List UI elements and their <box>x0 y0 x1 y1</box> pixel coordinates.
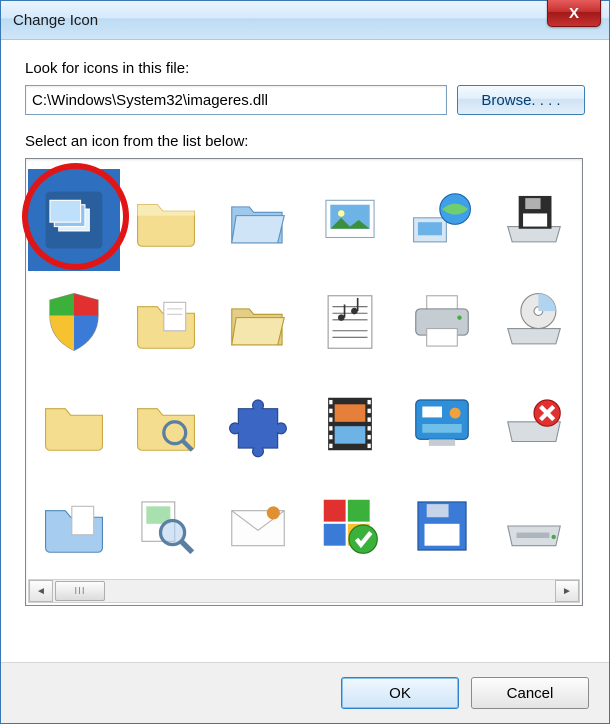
folder-open-manila-icon[interactable] <box>212 271 304 373</box>
printer-icon[interactable] <box>396 271 488 373</box>
select-from-label: Select an icon from the list below: <box>25 133 585 150</box>
horizontal-scrollbar[interactable]: ◄ III ► <box>28 579 580 603</box>
floppy-drive-icon[interactable] <box>488 169 580 271</box>
look-for-label: Look for icons in this file: <box>25 60 585 77</box>
hard-drive-icon[interactable] <box>488 475 580 577</box>
scroll-thumb[interactable]: III <box>55 581 105 601</box>
floppy-blue-icon[interactable] <box>396 475 488 577</box>
cascading-windows-icon[interactable] <box>28 169 120 271</box>
folder-documents-icon[interactable] <box>120 271 212 373</box>
ok-button[interactable]: OK <box>341 677 459 709</box>
folder-search-icon[interactable] <box>120 373 212 475</box>
folder-blue-icon[interactable] <box>28 475 120 577</box>
folder-icon[interactable] <box>120 169 212 271</box>
puzzle-piece-icon[interactable] <box>212 373 304 475</box>
film-strip-icon[interactable] <box>304 373 396 475</box>
search-magnifier-icon[interactable] <box>120 475 212 577</box>
control-panel-icon[interactable] <box>396 373 488 475</box>
picture-icon[interactable] <box>304 169 396 271</box>
icon-path-input[interactable] <box>25 85 447 115</box>
dialog-content: Look for icons in this file: Browse. . .… <box>1 40 609 626</box>
close-icon: X <box>569 5 579 22</box>
icon-grid <box>28 169 580 577</box>
envelope-mail-icon[interactable] <box>212 475 304 577</box>
browse-button[interactable]: Browse. . . . <box>457 85 585 115</box>
security-shield-icon[interactable] <box>28 271 120 373</box>
close-button[interactable]: X <box>547 0 601 27</box>
music-sheet-icon[interactable] <box>304 271 396 373</box>
scroll-right-button[interactable]: ► <box>555 580 579 602</box>
windows-check-icon[interactable] <box>304 475 396 577</box>
scroll-left-button[interactable]: ◄ <box>29 580 53 602</box>
cancel-button[interactable]: Cancel <box>471 677 589 709</box>
titlebar: Change Icon X <box>1 1 609 40</box>
drive-error-icon[interactable] <box>488 373 580 475</box>
disc-drive-icon[interactable] <box>488 271 580 373</box>
change-icon-dialog: Change Icon X Look for icons in this fil… <box>0 0 610 724</box>
window-title: Change Icon <box>7 12 98 29</box>
folder-open-blue-icon[interactable] <box>212 169 304 271</box>
network-globe-icon[interactable] <box>396 169 488 271</box>
dialog-button-row: OK Cancel <box>1 662 609 723</box>
path-row: Browse. . . . <box>25 85 585 115</box>
icon-list-box: ◄ III ► <box>25 158 583 606</box>
folder-closed-icon[interactable] <box>28 373 120 475</box>
